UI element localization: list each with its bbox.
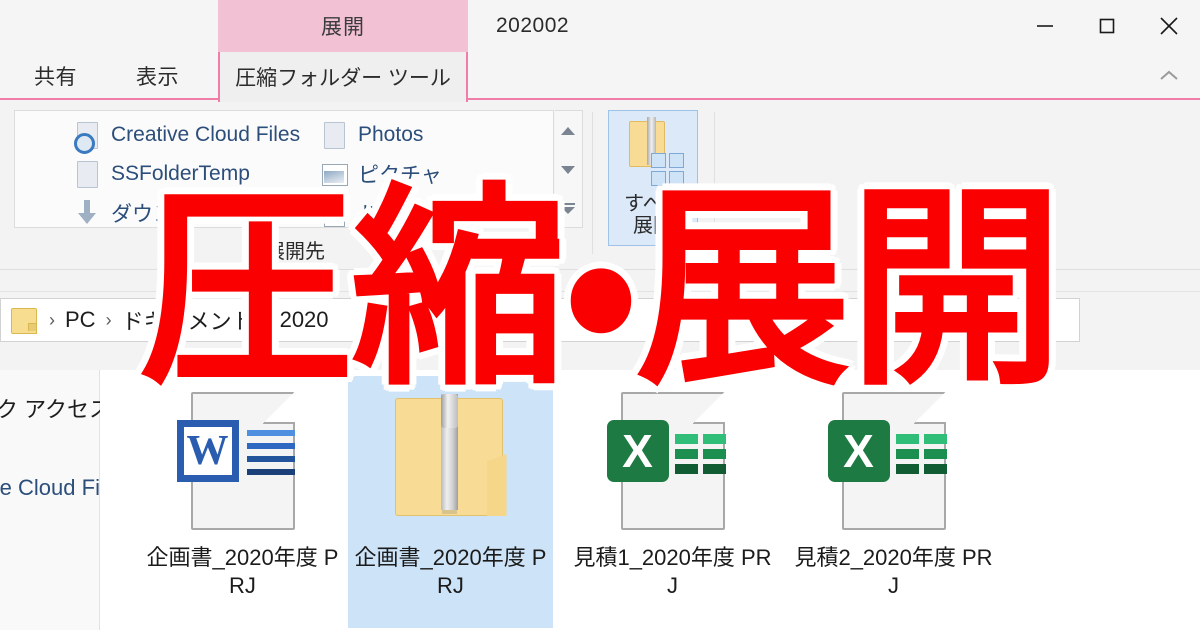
address-bar[interactable]: › PC › ドキュメント › 2020 [0, 298, 1080, 342]
window-controls [1014, 0, 1200, 52]
scroll-down-icon[interactable] [555, 150, 581, 189]
gallery-item-label: ピクチャ [358, 163, 442, 187]
file-tile-excel-2[interactable]: X 見積2_2020年度 PRJ [791, 376, 996, 628]
ribbon-group-label-destination: 展開先 [265, 241, 325, 263]
creative-cloud-folder-icon [73, 120, 101, 154]
ribbon-group-destination: Creative Cloud Files SSFolderTemp ダウンロード [6, 106, 584, 266]
ribbon-group-extract-all: すべて 展開 [600, 106, 706, 266]
excel-document-icon: X [824, 386, 964, 538]
download-arrow-icon [73, 198, 101, 228]
breadcrumb-item-documents[interactable]: ドキュメント [122, 304, 254, 336]
sidebar-item-quick-access[interactable]: クイック アクセス [0, 392, 100, 424]
navigation-pane: クイック アクセス Creative Cloud Files [0, 370, 100, 630]
close-icon[interactable] [1138, 0, 1200, 52]
gallery-item-photos[interactable]: Photos [320, 115, 553, 154]
navigation-toolbar: › PC › ドキュメント › 2020 [0, 270, 1200, 370]
zip-extract-icon [621, 117, 685, 187]
maximize-icon[interactable] [1076, 0, 1138, 52]
breadcrumb-separator: › [49, 309, 55, 330]
breadcrumb-separator: › [105, 309, 112, 330]
file-name: 見積1_2020年度 PRJ [573, 545, 772, 598]
window-title: 202002 [496, 14, 570, 37]
zip-folder-icon [381, 386, 521, 538]
excel-badge-letter: X [827, 420, 890, 482]
gallery-more-icon[interactable] [555, 189, 581, 228]
toolbar-divider [0, 270, 1200, 292]
gallery-item-label: Photos [358, 122, 424, 146]
file-name: 企画書_2020年度 PRJ [354, 545, 547, 598]
gallery-item-label: ダウンロード [111, 202, 237, 226]
pictures-folder-icon [320, 159, 348, 189]
gallery-item-downloads[interactable]: ダウンロード [73, 193, 323, 228]
gallery-column-right: Photos ピクチャ ドキュメント [320, 115, 553, 228]
extract-all-caption: すべて 展開 [624, 193, 682, 238]
gallery-item-creative-cloud-files[interactable]: Creative Cloud Files [73, 115, 323, 154]
breadcrumb-item-2020[interactable]: 2020 [280, 307, 329, 333]
folder-icon [9, 307, 39, 334]
word-document-icon: W [173, 386, 313, 538]
extract-all-caption-line1: すべて [624, 193, 682, 215]
gallery-item-pictures[interactable]: ピクチャ [320, 154, 553, 193]
tab-compressed-folder-tools[interactable]: 圧縮フォルダー ツール [218, 52, 468, 102]
content-area: クイック アクセス Creative Cloud Files W 企画書_202… [0, 370, 1200, 630]
title-bar: 展開 202002 [0, 0, 1200, 52]
gallery-scrollbar[interactable] [555, 110, 583, 228]
sidebar-item-creative-cloud-files[interactable]: Creative Cloud Files [0, 475, 100, 501]
extract-all-caption-line2: 展開 [633, 215, 673, 238]
file-name: 見積2_2020年度 PRJ [794, 545, 993, 598]
excel-document-icon: X [603, 386, 743, 538]
gallery-item-documents[interactable]: ドキュメント [320, 193, 553, 228]
ribbon-tab-strip: 共有 表示 圧縮フォルダー ツール [0, 52, 1200, 102]
folder-icon [73, 159, 101, 189]
file-tile-zip[interactable]: 企画書_2020年度 PRJ [348, 376, 553, 628]
chevron-up-icon[interactable] [1152, 60, 1186, 92]
minimize-icon[interactable] [1014, 0, 1076, 52]
documents-folder-icon [320, 198, 348, 228]
ribbon: Creative Cloud Files SSFolderTemp ダウンロード [0, 102, 1200, 270]
scroll-up-icon[interactable] [555, 111, 581, 150]
file-tile-excel-1[interactable]: X 見積1_2020年度 PRJ [570, 376, 775, 628]
word-badge-letter: W [176, 420, 239, 482]
file-tile-word[interactable]: W 企画書_2020年度 PRJ [140, 376, 345, 628]
gallery-column-left: Creative Cloud Files SSFolderTemp ダウンロード [73, 115, 323, 228]
gallery-item-ssfoldertemp[interactable]: SSFolderTemp [73, 154, 323, 193]
file-list: W 企画書_2020年度 PRJ 企画書_2020年度 PRJ X 見積1_20… [101, 370, 1200, 630]
contextual-tab-header: 展開 [218, 0, 468, 52]
excel-badge-letter: X [606, 420, 669, 482]
breadcrumb-item-pc[interactable]: PC [65, 307, 96, 333]
gallery-item-label: SSFolderTemp [111, 161, 250, 185]
extract-all-button[interactable]: すべて 展開 [608, 110, 698, 246]
gallery-item-label: ドキュメント [358, 202, 484, 226]
gallery-item-label: Creative Cloud Files [111, 122, 301, 146]
breadcrumb-separator: › [263, 309, 270, 330]
tab-view[interactable]: 表示 [120, 52, 195, 100]
folder-icon [320, 120, 348, 150]
explorer-window: 展開 202002 共有 表示 圧縮フォルダー ツール Creative Clo… [0, 0, 1200, 630]
destination-gallery[interactable]: Creative Cloud Files SSFolderTemp ダウンロード [14, 110, 554, 228]
tab-share[interactable]: 共有 [18, 52, 93, 100]
ribbon-group-divider [714, 112, 715, 254]
ribbon-group-divider [592, 112, 593, 254]
file-name: 企画書_2020年度 PRJ [146, 545, 339, 598]
